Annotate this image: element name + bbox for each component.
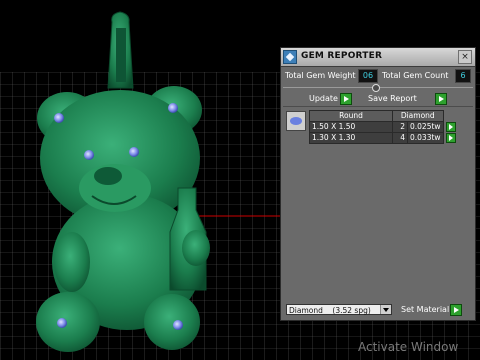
set-material-label[interactable]: Set Material [401, 304, 449, 316]
material-select[interactable]: Diamond (3.52 spg) [286, 304, 392, 315]
totals-row: Total Gem Weight 06 Total Gem Count 6 [283, 69, 473, 83]
slider-knob[interactable] [372, 84, 380, 92]
gem-count: 2 [392, 121, 408, 133]
close-icon[interactable]: × [458, 50, 472, 64]
panel-title: GEM REPORTER [301, 51, 383, 61]
total-gem-weight-label: Total Gem Weight [285, 71, 356, 80]
gem-reporter-icon [283, 50, 297, 64]
panel-titlebar[interactable]: GEM REPORTER × [281, 48, 475, 67]
gem-size: 1.50 X 1.50 [309, 121, 393, 133]
set-material-go-arrow-icon[interactable] [450, 304, 462, 316]
activate-windows-watermark: Activate Window [358, 340, 459, 354]
update-go-arrow-icon[interactable] [340, 93, 352, 105]
gem-weight: 0.025tw [407, 121, 444, 133]
gem-thumbnail-icon[interactable] [286, 111, 306, 131]
table-row[interactable]: 1.50 X 1.50 2 0.025tw [309, 121, 459, 133]
gem-weight: 0.033tw [407, 132, 444, 144]
gem-size: 1.30 X 1.30 [309, 132, 393, 144]
gem-reporter-panel[interactable]: GEM REPORTER × Total Gem Weight 06 Total… [280, 47, 476, 321]
gem-count: 4 [392, 132, 408, 144]
save-report-go-arrow-icon[interactable] [435, 93, 447, 105]
header-diamond: Diamond [392, 110, 444, 122]
panel-slider[interactable] [283, 84, 473, 92]
update-label[interactable]: Update [309, 93, 338, 105]
actions-row: Update Save Report [283, 93, 473, 105]
material-select-value: Diamond (3.52 spg) [289, 306, 371, 315]
total-gem-count-field[interactable]: 6 [455, 69, 471, 83]
row-go-arrow-icon[interactable] [445, 133, 456, 143]
row-go-arrow-icon[interactable] [445, 122, 456, 132]
dropdown-arrow-icon[interactable] [380, 305, 391, 314]
save-report-label[interactable]: Save Report [368, 93, 417, 105]
total-gem-count-label: Total Gem Count [382, 71, 449, 80]
gem-table-header: Round Diamond [309, 110, 459, 122]
table-row[interactable]: 1.30 X 1.30 4 0.033tw [309, 132, 459, 144]
total-gem-weight-field[interactable]: 06 [358, 69, 378, 83]
gem-table: Round Diamond 1.50 X 1.50 2 0.025tw 1.30… [309, 110, 459, 144]
header-round: Round [309, 110, 393, 122]
divider [283, 106, 473, 107]
